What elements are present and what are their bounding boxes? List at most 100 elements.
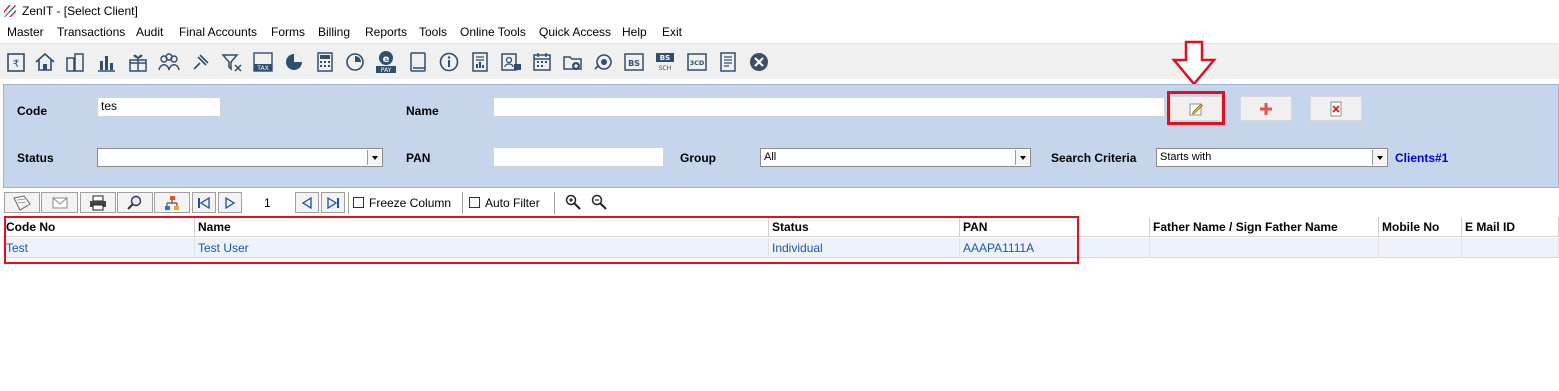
cell-father-name[interactable]	[1150, 238, 1379, 258]
add-button[interactable]	[1240, 96, 1292, 121]
svg-text:TAX: TAX	[256, 65, 268, 72]
status-label: Status	[17, 151, 54, 165]
folder-add-icon[interactable]	[561, 50, 585, 74]
name-label: Name	[406, 104, 439, 118]
zoom-out-icon[interactable]	[589, 191, 609, 213]
hierarchy-icon[interactable]	[154, 192, 190, 213]
status-select[interactable]	[97, 148, 383, 167]
freeze-column-checkbox[interactable]	[353, 197, 364, 208]
menu-quick-access[interactable]: Quick Access	[539, 25, 611, 39]
svg-text:SCH: SCH	[659, 65, 672, 72]
title-bar: ZenIT - [Select Client]	[0, 0, 1559, 22]
zoom-in-icon[interactable]	[563, 191, 583, 213]
close-icon[interactable]	[747, 50, 771, 74]
menu-billing[interactable]: Billing	[318, 25, 350, 39]
svg-text:3CD: 3CD	[690, 59, 705, 67]
pan-label: PAN	[406, 151, 431, 165]
auto-filter-label: Auto Filter	[485, 196, 540, 210]
table-highlight	[4, 216, 1079, 264]
epay-icon[interactable]: e PAY	[374, 50, 398, 74]
pie-icon[interactable]	[282, 50, 306, 74]
search-criteria-label: Search Criteria	[1051, 151, 1137, 165]
rupee-book-icon[interactable]: ₹	[5, 50, 29, 74]
buildings-icon[interactable]	[63, 50, 87, 74]
gift-icon[interactable]	[126, 50, 150, 74]
export-icon[interactable]	[4, 192, 40, 213]
user-card-icon[interactable]	[499, 50, 523, 74]
menu-help[interactable]: Help	[622, 25, 647, 39]
report-icon[interactable]	[468, 50, 492, 74]
delete-button[interactable]	[1310, 96, 1362, 121]
code-label: Code	[17, 104, 47, 118]
search-criteria-value: Starts with	[1160, 151, 1212, 163]
pan-field[interactable]	[493, 147, 664, 167]
bs-sch-icon[interactable]: BS SCH	[653, 50, 677, 74]
cell-mobile-no[interactable]	[1379, 238, 1462, 258]
group-select[interactable]: All	[760, 148, 1031, 167]
menu-online-tools[interactable]: Online Tools	[460, 25, 526, 39]
menu-exit[interactable]: Exit	[662, 25, 682, 39]
annotation-arrow-icon	[1171, 40, 1217, 86]
edit-button-highlight	[1167, 91, 1225, 125]
chevron-down-icon	[367, 150, 381, 165]
name-field[interactable]	[493, 97, 1165, 117]
home-icon[interactable]	[33, 50, 57, 74]
clients-count: Clients#1	[1395, 151, 1449, 165]
first-page-button[interactable]	[192, 192, 216, 213]
bar-chart-icon[interactable]	[94, 50, 118, 74]
calculator-icon[interactable]	[313, 50, 337, 74]
svg-text:₹: ₹	[13, 59, 19, 70]
3cd-icon[interactable]: 3CD	[685, 50, 709, 74]
menu-final-accounts[interactable]: Final Accounts	[179, 25, 257, 39]
menu-forms[interactable]: Forms	[271, 25, 305, 39]
menu-reports[interactable]: Reports	[365, 25, 407, 39]
clock-icon[interactable]	[343, 50, 367, 74]
group-label: Group	[680, 151, 716, 165]
ledger-icon[interactable]	[716, 50, 740, 74]
auto-filter-checkbox[interactable]	[469, 197, 480, 208]
filter-icon[interactable]	[220, 50, 244, 74]
pin-icon[interactable]	[189, 50, 213, 74]
calendar-icon[interactable]	[530, 50, 554, 74]
page-number: 1	[264, 196, 271, 210]
bs-icon[interactable]: BS	[622, 50, 646, 74]
delete-icon	[1330, 101, 1342, 116]
code-field[interactable]: tes	[97, 97, 221, 117]
book-icon[interactable]	[406, 50, 430, 74]
separator	[554, 192, 555, 214]
menu-bar: Master Transactions Audit Final Accounts…	[0, 22, 1559, 42]
info-icon[interactable]	[437, 50, 461, 74]
menu-tools[interactable]: Tools	[419, 25, 447, 39]
app-logo-icon	[3, 4, 17, 18]
group-icon[interactable]	[157, 50, 181, 74]
main-toolbar: ₹ TAX e PAY BS BS SCH 3CD	[0, 43, 1559, 79]
refresh-icon[interactable]	[591, 50, 615, 74]
search-criteria-panel: Code tes Name Status PAN Group All Searc…	[3, 84, 1559, 188]
tax-icon[interactable]: TAX	[251, 50, 275, 74]
chevron-down-icon	[1372, 150, 1386, 165]
window-title: ZenIT - [Select Client]	[22, 4, 138, 18]
freeze-column-label: Freeze Column	[369, 196, 452, 210]
search-criteria-select[interactable]: Starts with	[1156, 148, 1388, 167]
separator	[348, 192, 349, 214]
previous-page-button[interactable]	[295, 192, 319, 213]
last-page-button[interactable]	[321, 192, 345, 213]
menu-master[interactable]: Master	[7, 25, 44, 39]
cell-email[interactable]	[1462, 238, 1559, 258]
column-header[interactable]: Mobile No	[1379, 217, 1462, 237]
svg-text:BS: BS	[628, 59, 640, 68]
chevron-down-icon	[1015, 150, 1029, 165]
print-icon[interactable]	[80, 192, 116, 213]
email-icon[interactable]	[41, 192, 78, 213]
column-header[interactable]: Father Name / Sign Father Name	[1150, 217, 1379, 237]
next-page-button[interactable]	[218, 192, 242, 213]
group-select-value: All	[764, 151, 777, 163]
menu-audit[interactable]: Audit	[136, 25, 163, 39]
grid-toolbar: 1 Freeze Column Auto Filter	[3, 191, 1559, 215]
column-header[interactable]: E Mail ID	[1462, 217, 1559, 237]
menu-transactions[interactable]: Transactions	[57, 25, 125, 39]
svg-text:PAY: PAY	[381, 67, 392, 74]
svg-text:e: e	[383, 54, 390, 65]
svg-text:BS: BS	[660, 54, 670, 62]
preview-icon[interactable]	[117, 192, 153, 213]
